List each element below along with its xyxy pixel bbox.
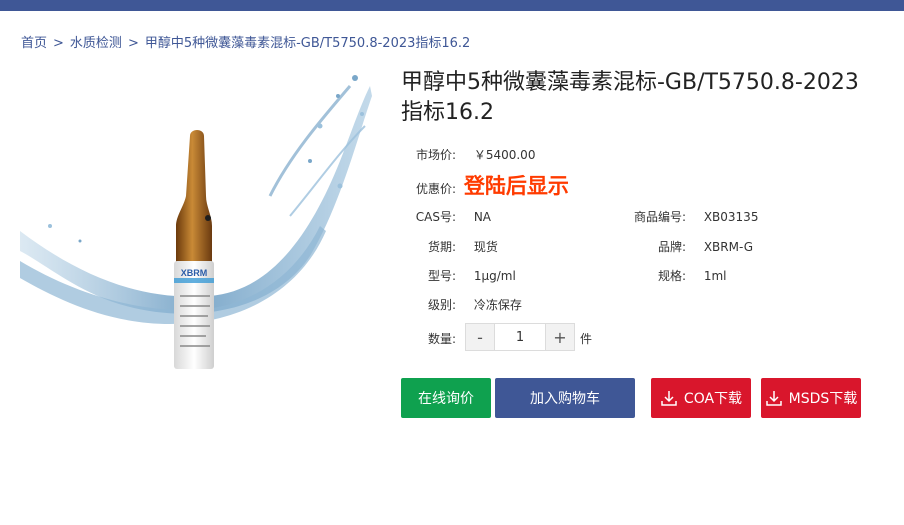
quantity-row: 数量: (400, 330, 456, 347)
storage-label: 级别: (427, 298, 456, 312)
brand-value: XBRM-G (703, 240, 754, 254)
cas-row: CAS号: NA (400, 208, 491, 225)
product-code-value: XB03135 (703, 210, 759, 224)
product-code-row: 商品编号: XB03135 (620, 208, 759, 225)
market-price-label: 市场价: (415, 148, 456, 162)
breadcrumb-current[interactable]: 甲醇中5种微囊藻毒素混标-GB/T5750.8-2023指标16.2 (145, 36, 470, 51)
brand-row: 品牌: XBRM-G (620, 238, 753, 255)
spec-label: 规格: (657, 269, 686, 283)
storage-row: 级别: 冷冻保存 (400, 296, 522, 313)
top-bar (0, 0, 904, 11)
product-image: XBRM (20, 75, 372, 369)
add-to-cart-button[interactable]: 加入购物车 (495, 378, 635, 418)
msds-download-label: MSDS下载 (788, 391, 858, 407)
quantity-stepper: - 1 + (465, 323, 575, 351)
model-label: 型号: (427, 269, 456, 283)
msds-download-button[interactable]: MSDS下载 (761, 378, 861, 418)
product-title: 甲醇中5种微囊藻毒素混标-GB/T5750.8-2023指标16.2 (401, 70, 859, 125)
download-icon (765, 391, 782, 406)
breadcrumb-home[interactable]: 首页 (21, 36, 47, 51)
quantity-increase-button[interactable]: + (546, 324, 574, 350)
brand-label: 品牌: (657, 240, 686, 254)
online-inquiry-button[interactable]: 在线询价 (401, 378, 491, 418)
ampoule-label-text: XBRM (181, 268, 208, 278)
download-icon (661, 391, 677, 406)
coa-download-button[interactable]: COA下载 (651, 378, 751, 418)
breadcrumb-category[interactable]: 水质检测 (70, 36, 122, 51)
spec-row: 规格: 1ml (620, 267, 727, 284)
cas-label: CAS号: (415, 210, 456, 224)
stock-label: 货期: (427, 240, 456, 254)
quantity-input[interactable]: 1 (494, 324, 546, 350)
discount-price-row: 优惠价: 登陆后显示 (400, 170, 569, 200)
breadcrumb-separator: > (53, 36, 64, 51)
market-price-row: 市场价: ￥5400.00 (400, 146, 536, 163)
breadcrumb-separator: > (127, 36, 139, 51)
stock-row: 货期: 现货 (400, 238, 498, 255)
model-value: 1μg/ml (473, 269, 516, 283)
product-code-label: 商品编号: (633, 210, 686, 224)
stock-value: 现货 (473, 240, 498, 254)
storage-value: 冷冻保存 (473, 298, 522, 312)
breadcrumb: 首页 > 水质检测 > 甲醇中5种微囊藻毒素混标-GB/T5750.8-2023指标16… (21, 32, 470, 51)
quantity-unit: 件 (580, 332, 593, 346)
cas-value: NA (473, 210, 492, 224)
quantity-label: 数量: (427, 332, 456, 346)
market-price-value: ￥5400.00 (473, 148, 536, 162)
coa-download-label: COA下载 (683, 391, 743, 407)
quantity-decrease-button[interactable]: - (466, 324, 494, 350)
model-row: 型号: 1μg/ml (400, 267, 516, 284)
login-to-view-price[interactable]: 登陆后显示 (464, 170, 569, 200)
discount-price-label: 优惠价: (415, 182, 456, 196)
spec-value: 1ml (703, 269, 727, 283)
